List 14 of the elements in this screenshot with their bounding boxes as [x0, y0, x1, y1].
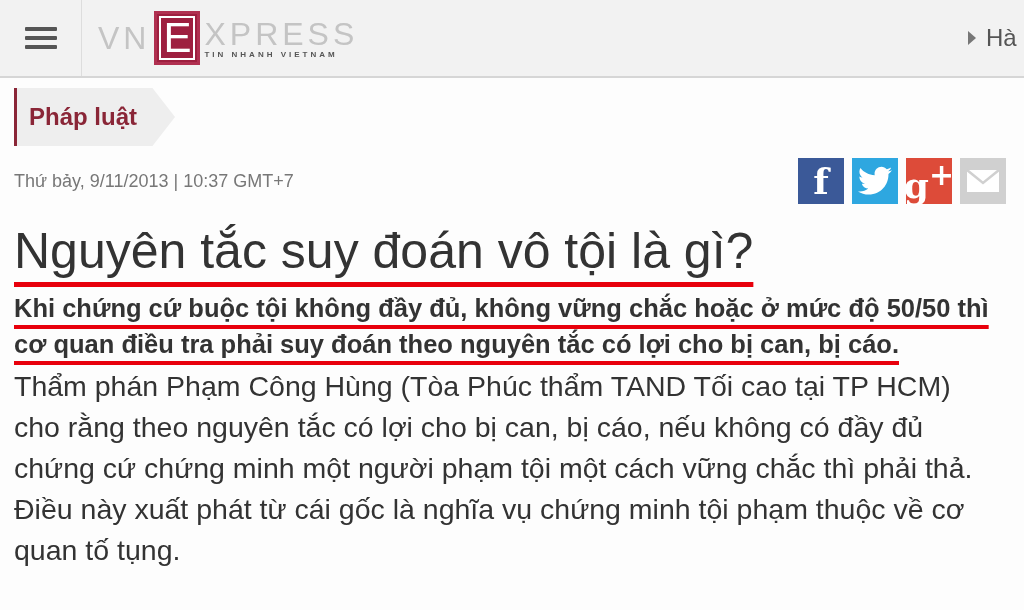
logo-mark: E [154, 11, 201, 65]
bird-icon [858, 166, 892, 196]
category-tag[interactable]: Pháp luật [14, 88, 175, 146]
triangle-icon [968, 31, 976, 45]
location-link[interactable]: Hà [986, 24, 1024, 52]
email-button[interactable] [960, 158, 1006, 204]
envelope-icon [966, 169, 1000, 193]
twitter-button[interactable] [852, 158, 898, 204]
share-button[interactable]: f [798, 158, 844, 204]
article-lead: Khi chứng cứ buộc tội không đầy đủ, không vững chắc hoặc ở mức độ 50/50 thì cơ quan điều tra phải suy đoán theo nguyên tắc có lợi cho bị can, bị cáo. [14, 292, 990, 360]
article-body: Thẩm phán Phạm Công Hùng (Tòa Phúc thẩm TAND Tối cao tại TP HCM) cho rằng theo nguyên tắc có lợi cho bị can, bị cáo, nếu không có đầy đủ chứng cứ chứng minh một người phạm tội một cách vững chắc thì phải thả. Điều này xuất phát từ cái gốc là nghĩa vụ chứng minh tội phạm thuộc về cơ quan tố tụng. [14, 369, 974, 568]
article-title: Nguyên tắc suy đoán vô tội là gì? [14, 222, 755, 280]
logo-tagline: TIN NHANH VIETNAM [204, 49, 339, 59]
article-date: Thứ bảy, 9/11/2013 | 10:37 GMT+7 [14, 170, 294, 192]
